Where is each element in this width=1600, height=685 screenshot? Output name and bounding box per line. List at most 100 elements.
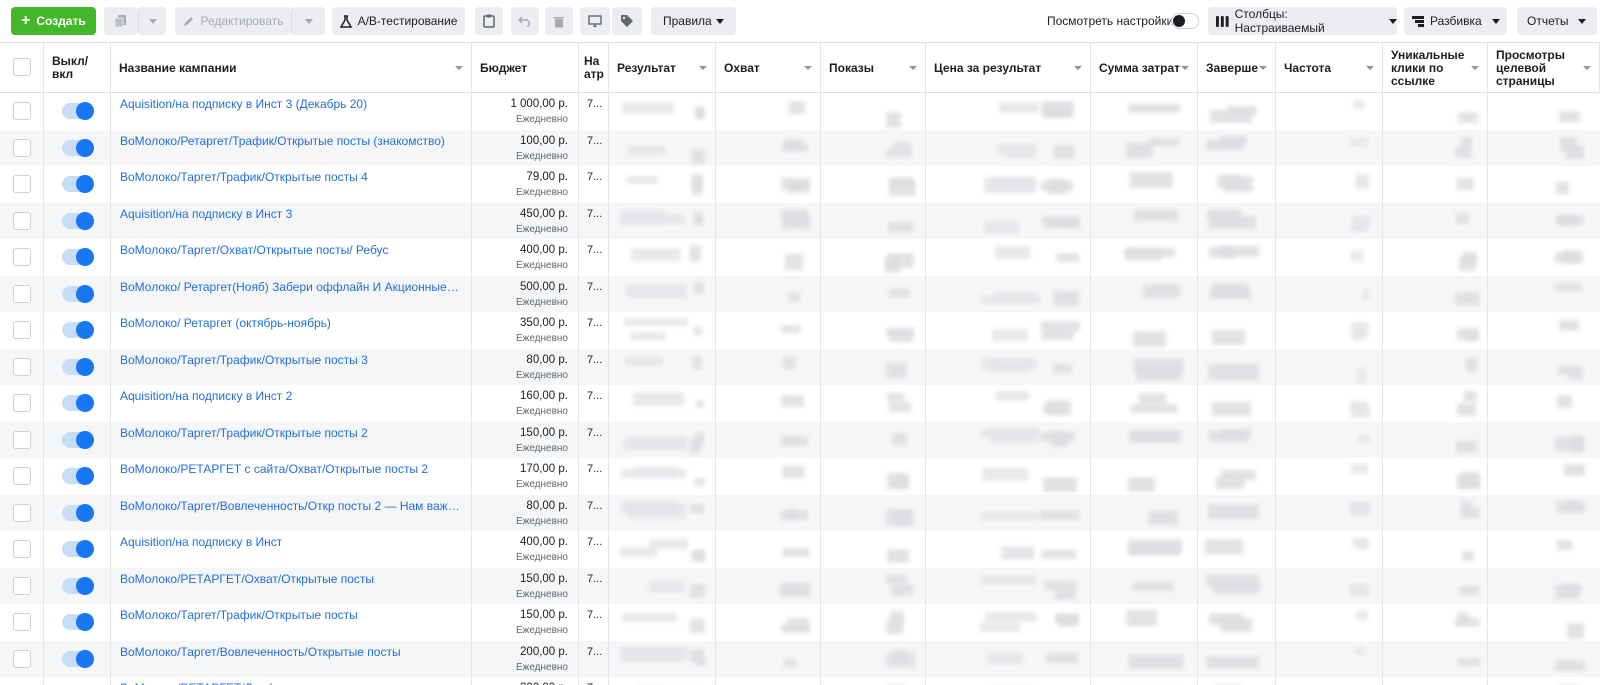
campaign-name-link[interactable]: ВоМолоко/РЕТАРГЕТ/Лидформы <box>120 681 460 685</box>
col-cost-per-result[interactable]: Цена за результат <box>926 43 1091 93</box>
column-divider <box>1382 166 1383 203</box>
table-row[interactable]: Aquisition/на подписку в Инст 3 450,00 р.… <box>0 202 1600 239</box>
row-checkbox[interactable] <box>13 430 31 449</box>
table-row[interactable]: ВоМолоко/РЕТАРГЕТ/Охват/Открытые посты 15… <box>0 567 1600 604</box>
campaign-toggle[interactable] <box>62 321 94 339</box>
campaign-toggle[interactable] <box>62 102 94 120</box>
campaign-name-link[interactable]: ВоМолоко/Таргет/Вовлеченность/Открытые п… <box>120 645 460 659</box>
table-row[interactable]: ВоМолоко/Таргет/Трафик/Открытые посты 3 8… <box>0 348 1600 385</box>
obscured-metric <box>781 436 809 447</box>
campaign-toggle[interactable] <box>62 540 94 558</box>
table-row[interactable]: ВоМолоко/ Ретаргет (октябрь-ноябрь) 350,0… <box>0 312 1600 349</box>
row-checkbox[interactable] <box>13 467 31 485</box>
breakdown-button[interactable]: Разбивка <box>1404 7 1507 35</box>
campaign-toggle[interactable] <box>62 138 94 157</box>
campaign-name-link[interactable]: ВоМолоко/Ретаргет/Трафик/Открытые посты … <box>120 134 460 148</box>
campaign-toggle[interactable] <box>62 211 94 230</box>
create-button[interactable]: + Создать <box>11 7 96 35</box>
select-all-checkbox[interactable] <box>13 58 31 76</box>
col-spent[interactable]: Сумма затрат <box>1091 43 1198 93</box>
undo-button[interactable] <box>511 7 539 35</box>
campaign-name-link[interactable]: Aquisition/на подписку в Инст 3 (Декабрь… <box>120 97 460 111</box>
campaign-name-link[interactable]: Aquisition/на подписку в Инст <box>120 535 460 549</box>
table-row[interactable]: ВоМолоко/Таргет/Трафик/Открытые посты 150… <box>0 604 1600 641</box>
campaign-toggle[interactable] <box>62 576 94 595</box>
campaign-name-link[interactable]: ВоМолоко/Таргет/Трафик/Открытые посты 3 <box>120 353 460 367</box>
campaign-name-link[interactable]: Aquisition/на подписку в Инст 2 <box>120 389 460 403</box>
table-row[interactable]: ВоМолоко/Таргет/Трафик/Открытые посты 4 7… <box>0 166 1600 203</box>
campaign-name-link[interactable]: ВоМолоко/РЕТАРГЕТ/Охват/Открытые посты <box>120 572 460 586</box>
table-row[interactable]: ВоМолоко/Ретаргет/Трафик/Открытые посты … <box>0 129 1600 166</box>
rules-button[interactable]: Правила <box>651 7 736 35</box>
row-checkbox[interactable] <box>13 613 31 631</box>
columns-button[interactable]: Столбцы: Настраиваемый <box>1208 7 1397 35</box>
campaign-toggle[interactable] <box>62 175 94 193</box>
row-checkbox[interactable] <box>13 138 31 157</box>
col-frequency[interactable]: Частота <box>1276 43 1383 93</box>
col-landing-views[interactable]: Просмотры целевой страницы <box>1488 43 1600 93</box>
sort-icon <box>1074 66 1082 70</box>
campaign-toggle[interactable] <box>62 284 94 303</box>
duplicate-dropdown-button[interactable] <box>138 7 166 35</box>
col-attr[interactable]: На атр <box>579 43 609 93</box>
export-button[interactable] <box>580 7 610 35</box>
ab-test-button[interactable]: A/B-тестирование <box>332 7 465 35</box>
campaign-toggle[interactable] <box>62 357 94 376</box>
campaign-name-link[interactable]: ВоМолоко/ Ретаргет(Нояб) Забери оффлайн … <box>120 280 460 294</box>
campaign-name-link[interactable]: ВоМолоко/ Ретаргет (октябрь-ноябрь) <box>120 316 460 330</box>
campaign-toggle[interactable] <box>62 613 94 631</box>
col-impressions[interactable]: Показы <box>821 43 926 93</box>
edit-button[interactable]: Редактировать <box>175 7 291 35</box>
row-checkbox[interactable] <box>13 357 31 376</box>
campaign-name-link[interactable]: ВоМолоко/Таргет/Трафик/Открытые посты 2 <box>120 426 460 440</box>
campaign-name-link[interactable]: ВоМолоко/Таргет/Трафик/Открытые посты 4 <box>120 170 460 184</box>
col-toggle[interactable]: Выкл/ вкл <box>44 43 111 93</box>
table-row[interactable]: ВоМолоко/РЕТАРГЕТ с сайта/Охват/Открытые… <box>0 458 1600 495</box>
view-settings-toggle[interactable] <box>1171 13 1199 29</box>
campaign-name-link[interactable]: ВоМолоко/Таргет/Охват/Открытые посты/ Ре… <box>120 243 460 257</box>
campaign-name-link[interactable]: Aquisition/на подписку в Инст 3 <box>120 207 460 221</box>
reports-button[interactable]: Отчеты <box>1517 7 1597 35</box>
campaign-toggle[interactable] <box>62 467 94 485</box>
row-checkbox[interactable] <box>13 102 31 120</box>
campaign-toggle[interactable] <box>62 503 94 522</box>
row-checkbox[interactable] <box>13 175 31 193</box>
col-budget[interactable]: Бюджет <box>472 43 579 93</box>
row-checkbox[interactable] <box>13 211 31 230</box>
row-checkbox[interactable] <box>13 649 31 668</box>
table-row[interactable]: ВоМолоко/РЕТАРГЕТ/Лидформы300,00 р.7... <box>0 677 1600 685</box>
row-checkbox[interactable] <box>13 394 31 412</box>
table-row[interactable]: ВоМолоко/Таргет/Вовлеченность/Откр посты… <box>0 494 1600 531</box>
campaign-name-link[interactable]: ВоМолоко/Таргет/Трафик/Открытые посты <box>120 608 460 622</box>
duplicate-button[interactable] <box>104 7 138 35</box>
table-row[interactable]: Aquisition/на подписку в Инст 3 (Декабрь… <box>0 93 1600 130</box>
col-ends[interactable]: Заверше <box>1198 43 1276 93</box>
row-checkbox[interactable] <box>13 284 31 303</box>
row-checkbox[interactable] <box>13 248 31 266</box>
col-result[interactable]: Результат <box>609 43 716 93</box>
campaign-name-link[interactable]: ВоМолоко/Таргет/Вовлеченность/Откр посты… <box>120 499 460 513</box>
table-row[interactable]: ВоМолоко/Таргет/Охват/Открытые посты/ Ре… <box>0 239 1600 276</box>
clipboard-button[interactable] <box>475 7 503 35</box>
row-checkbox[interactable] <box>13 503 31 522</box>
row-checkbox[interactable] <box>13 321 31 339</box>
tag-button[interactable] <box>612 7 642 35</box>
col-reach[interactable]: Охват <box>716 43 821 93</box>
column-divider <box>925 494 926 531</box>
row-checkbox[interactable] <box>13 540 31 558</box>
table-row[interactable]: Aquisition/на подписку в Инст 400,00 р. Еж… <box>0 531 1600 568</box>
campaign-toggle[interactable] <box>62 394 94 412</box>
table-row[interactable]: ВоМолоко/Таргет/Трафик/Открытые посты 2 1… <box>0 421 1600 458</box>
edit-dropdown-button[interactable] <box>291 7 325 35</box>
table-row[interactable]: ВоМолоко/ Ретаргет(Нояб) Забери оффлайн … <box>0 275 1600 312</box>
campaign-name-link[interactable]: ВоМолоко/РЕТАРГЕТ с сайта/Охват/Открытые… <box>120 462 460 476</box>
row-checkbox[interactable] <box>13 576 31 595</box>
col-unique-clicks[interactable]: Уникальные клики по ссылке <box>1383 43 1488 93</box>
campaign-toggle[interactable] <box>62 649 94 668</box>
table-row[interactable]: ВоМолоко/Таргет/Вовлеченность/Открытые п… <box>0 640 1600 677</box>
col-name[interactable]: Название кампании <box>111 43 472 93</box>
campaign-toggle[interactable] <box>62 430 94 449</box>
table-row[interactable]: Aquisition/на подписку в Инст 2 160,00 р.… <box>0 385 1600 422</box>
campaign-toggle[interactable] <box>62 248 94 266</box>
delete-button[interactable] <box>545 7 573 35</box>
